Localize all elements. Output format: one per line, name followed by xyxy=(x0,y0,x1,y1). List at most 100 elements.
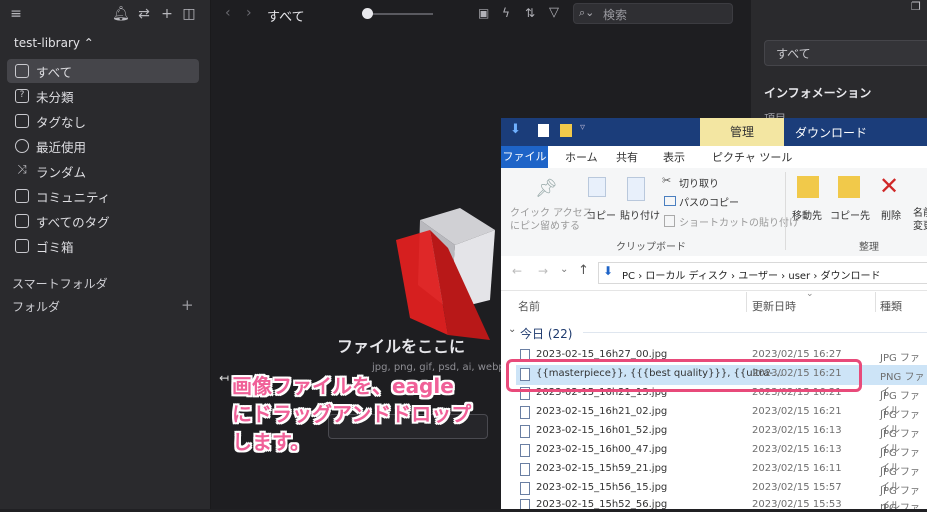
sidebar-item-label: ゴミ箱 xyxy=(36,239,74,255)
sort-chevron-icon: ⌄ xyxy=(806,289,814,299)
group-collapse-icon[interactable]: ⌄ xyxy=(508,324,516,335)
sidebar-item-untagged[interactable]: タグなし xyxy=(7,109,199,133)
highlight-box xyxy=(506,359,862,392)
folder-icon[interactable] xyxy=(560,124,572,137)
column-divider[interactable] xyxy=(746,292,747,312)
column-header-type[interactable]: 種類 xyxy=(880,298,902,314)
smart-folders-heading[interactable]: スマートフォルダ xyxy=(12,275,108,292)
sidebar-item-trash[interactable]: ゴミ箱 xyxy=(7,234,199,258)
copy-button[interactable]: コピー xyxy=(586,207,616,222)
forward-arrow-icon[interactable]: → xyxy=(538,264,548,278)
zoom-slider-handle[interactable] xyxy=(362,8,373,19)
group-header-today[interactable]: 今日 (22) xyxy=(520,325,572,342)
sidebar-item-all[interactable]: すべて xyxy=(7,59,199,83)
file-stack-graphic xyxy=(396,208,495,340)
tab-view[interactable]: 表示 xyxy=(663,149,685,165)
annotation-line-3: します。 xyxy=(232,430,310,454)
file-row[interactable]: 2023-02-15_16h21_02.jpg 2023/02/15 16:21… xyxy=(516,403,927,436)
search-icon: ⌕⌄ xyxy=(579,6,595,19)
add-icon[interactable]: + xyxy=(159,6,175,22)
cut-button[interactable]: 切り取り xyxy=(679,175,719,190)
copy-path-button[interactable]: パスのコピー xyxy=(679,194,739,209)
group-divider xyxy=(583,332,927,333)
copy-to-button[interactable]: コピー先 xyxy=(830,207,870,222)
explorer-window-title: ダウンロード xyxy=(795,126,868,140)
zoom-slider-track[interactable] xyxy=(363,13,433,15)
layout-icon[interactable]: ◫ xyxy=(181,6,197,22)
sidebar-item-community[interactable]: コミュニティ xyxy=(7,184,199,208)
inspector-select-value: すべて xyxy=(776,47,811,61)
file-row[interactable]: 2023-02-15_15h52_56.jpg 2023/02/15 15:53… xyxy=(516,496,927,509)
folders-heading[interactable]: フォルダ xyxy=(12,298,60,315)
jpg-file-icon xyxy=(520,406,530,419)
tag-none-icon xyxy=(15,114,29,128)
sidebar-item-label: 未分類 xyxy=(36,89,74,105)
history-dropdown-icon[interactable]: ⌄ xyxy=(560,264,568,275)
file-date: 2023/02/15 16:13 xyxy=(752,444,842,455)
community-icon xyxy=(15,189,29,203)
move-to-button[interactable]: 移動先 xyxy=(792,207,822,222)
tab-file[interactable]: ファイル xyxy=(501,146,548,168)
tab-home[interactable]: ホーム xyxy=(565,149,598,165)
properties-icon[interactable] xyxy=(538,124,549,137)
sort-icon[interactable]: ⇅ xyxy=(525,6,535,20)
sidebar-item-recent[interactable]: 最近使用 xyxy=(7,134,199,158)
bolt-icon[interactable]: ϟ xyxy=(502,6,510,20)
jpg-file-icon xyxy=(520,444,530,457)
location-icon: ⬇ xyxy=(603,264,614,278)
drag-cursor-icon: ↤ xyxy=(219,371,230,385)
file-date: 2023/02/15 15:57 xyxy=(752,482,842,493)
inspector-title: インフォメーション xyxy=(764,86,872,100)
clipboard-group-label: クリップボード xyxy=(616,242,686,253)
tab-manage[interactable]: 管理 xyxy=(700,118,784,146)
up-arrow-icon[interactable]: ↑ xyxy=(578,263,589,278)
search-input[interactable] xyxy=(573,3,733,24)
file-date: 2023/02/15 16:21 xyxy=(752,406,842,417)
column-header-name[interactable]: 名前 xyxy=(518,298,540,314)
file-name: 2023-02-15_15h56_15.jpg xyxy=(536,482,668,493)
path-icon xyxy=(664,196,676,206)
pin-quick-access-button[interactable]: クイック アクセス にピン留めする xyxy=(510,207,593,233)
forward-icon[interactable]: › xyxy=(246,5,252,21)
annotation-line-1: 画像ファイルを、eagle xyxy=(232,374,454,398)
sidebar-item-label: すべて xyxy=(36,64,73,80)
window-restore-icon[interactable]: ❐ xyxy=(911,0,921,13)
move-to-icon xyxy=(797,176,819,198)
annotation-line-2: にドラッグアンドドロップ xyxy=(232,402,472,426)
sync-icon[interactable]: ⇄ xyxy=(136,6,152,22)
bell-icon[interactable]: 🔔︎ xyxy=(112,6,130,22)
pin-icon: 📌︎ xyxy=(535,178,558,199)
sidebar-item-random[interactable]: ⤨ ランダム xyxy=(7,159,199,183)
sidebar-item-uncategorized[interactable]: ? 未分類 xyxy=(7,84,199,108)
file-row[interactable]: 2023-02-15_16h01_52.jpg 2023/02/15 16:13… xyxy=(516,422,927,455)
library-switcher[interactable]: test-library ⌃ xyxy=(14,36,94,50)
file-type: JPG ファイル xyxy=(880,503,920,509)
back-arrow-icon[interactable]: ← xyxy=(512,264,522,278)
address-path: PC › ローカル ディスク › ユーザー › user › ダウンロード xyxy=(622,271,881,282)
filter-icon[interactable]: ▽ xyxy=(549,5,559,20)
file-row[interactable]: 2023-02-15_15h59_21.jpg 2023/02/15 16:11… xyxy=(516,460,927,493)
chevron-down-icon[interactable]: ▿ xyxy=(580,122,585,133)
file-date: 2023/02/15 16:13 xyxy=(752,425,842,436)
tag-icon xyxy=(15,214,29,228)
jpg-file-icon xyxy=(520,499,530,509)
file-date: 2023/02/15 15:53 xyxy=(752,499,842,509)
delete-button[interactable]: 削除 xyxy=(881,207,901,222)
paste-button[interactable]: 貼り付け xyxy=(620,207,660,222)
column-header-date[interactable]: 更新日時 xyxy=(752,298,796,314)
ribbon-divider xyxy=(785,172,786,250)
paste-shortcut-button[interactable]: ショートカットの貼り付け xyxy=(679,214,799,229)
tab-share[interactable]: 共有 xyxy=(616,149,638,165)
menu-icon[interactable]: ≡ xyxy=(8,6,24,22)
back-icon[interactable]: ‹ xyxy=(225,5,231,21)
tab-picture-tools[interactable]: ピクチャ ツール xyxy=(712,149,792,165)
jpg-file-icon xyxy=(520,463,530,476)
sidebar-item-all-tags[interactable]: すべてのタグ xyxy=(7,209,199,233)
image-icon[interactable]: ▣ xyxy=(478,6,489,20)
add-folder-button[interactable]: + xyxy=(181,296,194,314)
sidebar-item-label: タグなし xyxy=(36,114,87,130)
file-row[interactable]: 2023-02-15_16h00_47.jpg 2023/02/15 16:13… xyxy=(516,441,927,474)
search-placeholder: 検索 xyxy=(603,8,628,22)
rename-button[interactable]: 名前の 変更 xyxy=(913,207,927,233)
column-divider[interactable] xyxy=(875,292,876,312)
